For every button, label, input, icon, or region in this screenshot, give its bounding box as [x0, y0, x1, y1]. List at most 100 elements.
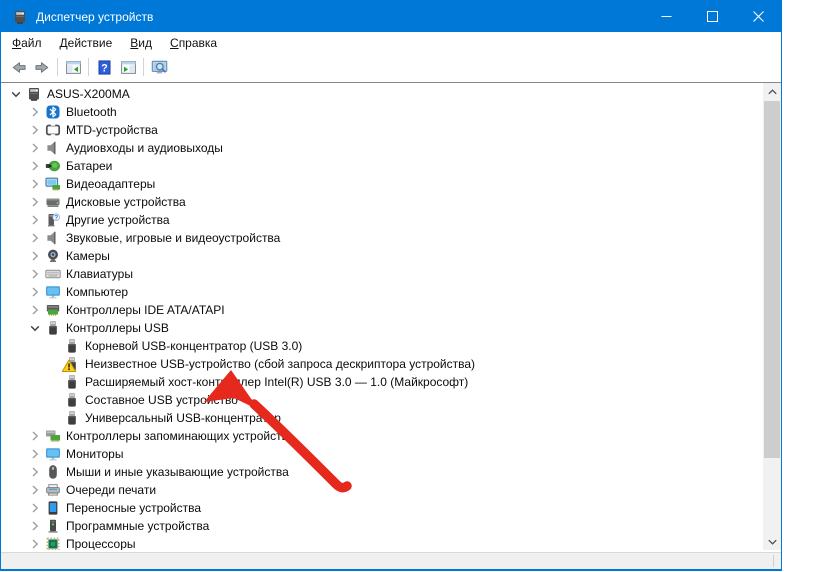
menu-action[interactable]: Действие — [51, 34, 122, 52]
toolbar-button-show-console-tree[interactable] — [61, 56, 85, 78]
tree-item[interactable]: Клавиатуры — [1, 265, 763, 283]
mouse-icon — [45, 464, 61, 480]
chevron-collapsed-icon[interactable] — [27, 446, 43, 462]
monitor-icon — [45, 284, 61, 300]
close-button[interactable] — [735, 1, 781, 32]
chevron-collapsed-icon[interactable] — [27, 500, 43, 516]
tree-item-label: Звуковые, игровые и видеоустройства — [64, 231, 282, 245]
tree-item[interactable]: ASUS-X200MA — [1, 85, 763, 103]
toolbar-button-back[interactable] — [6, 56, 30, 78]
chevron-collapsed-icon[interactable] — [27, 248, 43, 264]
tree-item[interactable]: Звуковые, игровые и видеоустройства — [1, 229, 763, 247]
tree-item[interactable]: Мониторы — [1, 445, 763, 463]
scroll-down-button[interactable] — [763, 533, 781, 550]
tree-item[interactable]: MTD-устройства — [1, 121, 763, 139]
chevron-collapsed-icon[interactable] — [27, 536, 43, 550]
tree-item-label: Очереди печати — [64, 483, 158, 497]
tree-item[interactable]: Аудиовходы и аудиовыходы — [1, 139, 763, 157]
warning-icon — [61, 358, 77, 374]
tree-item[interactable]: Расширяемый хост-контроллер Intel(R) USB… — [1, 373, 763, 391]
chevron-collapsed-icon[interactable] — [27, 194, 43, 210]
tree-item[interactable]: Контроллеры USB — [1, 319, 763, 337]
chevron-collapsed-icon[interactable] — [27, 518, 43, 534]
menu-file[interactable]: Файл — [3, 34, 51, 52]
speaker-icon — [45, 230, 61, 246]
tree-item[interactable]: Универсальный USB-концентратор — [1, 409, 763, 427]
scrollbar-thumb[interactable] — [764, 101, 780, 458]
menu-view[interactable]: Вид — [121, 34, 161, 52]
tree-item[interactable]: Составное USB устройство — [1, 391, 763, 409]
software-device-icon — [45, 518, 61, 534]
title-bar[interactable]: Диспетчер устройств — [1, 1, 781, 32]
status-bar — [1, 552, 781, 569]
maximize-button[interactable] — [689, 1, 735, 32]
tree-item[interactable]: Компьютер — [1, 283, 763, 301]
show-console-tree-icon — [65, 59, 82, 76]
chevron-collapsed-icon[interactable] — [27, 464, 43, 480]
chevron-collapsed-icon[interactable] — [27, 428, 43, 444]
chevron-collapsed-icon[interactable] — [27, 212, 43, 228]
usb-plug-icon — [64, 338, 80, 354]
toolbar-button-scan-hardware[interactable] — [147, 56, 171, 78]
tree-item[interactable]: Переносные устройства — [1, 499, 763, 517]
bluetooth-icon — [45, 104, 61, 120]
ide-controller-icon — [45, 302, 61, 318]
tree-item[interactable]: Дисковые устройства — [1, 193, 763, 211]
tree-item[interactable]: Bluetooth — [1, 103, 763, 121]
tree-item[interactable]: Камеры — [1, 247, 763, 265]
tree-item[interactable]: Мыши и иные указывающие устройства — [1, 463, 763, 481]
chevron-placeholder — [46, 338, 62, 354]
storage-controller-icon — [45, 428, 61, 444]
minimize-button[interactable] — [643, 1, 689, 32]
tree-item-label: Компьютер — [64, 285, 130, 299]
tree-item[interactable]: ?Другие устройства — [1, 211, 763, 229]
chevron-collapsed-icon[interactable] — [27, 266, 43, 282]
tree-item-label: Мониторы — [64, 447, 125, 461]
chevron-collapsed-icon[interactable] — [27, 230, 43, 246]
usb-plug-icon — [45, 320, 61, 336]
chevron-collapsed-icon[interactable] — [27, 104, 43, 120]
tree-item[interactable]: Видеоадаптеры — [1, 175, 763, 193]
tree-item-label: Универсальный USB-концентратор — [83, 411, 283, 425]
chevron-collapsed-icon[interactable] — [27, 140, 43, 156]
device-tree[interactable]: ASUS-X200MA BluetoothMTD-устройстваАудиов… — [1, 85, 763, 550]
show-action-pane-icon — [120, 59, 137, 76]
vertical-scrollbar[interactable] — [763, 83, 781, 550]
tree-item[interactable]: Неизвестное USB-устройство (сбой запроса… — [1, 355, 763, 373]
tree-item[interactable]: Процессоры — [1, 535, 763, 550]
speaker-icon — [45, 140, 61, 156]
chevron-expanded-icon[interactable] — [8, 86, 24, 102]
tree-item[interactable]: Корневой USB-концентратор (USB 3.0) — [1, 337, 763, 355]
scroll-up-button[interactable] — [763, 83, 781, 100]
chevron-collapsed-icon[interactable] — [27, 482, 43, 498]
tree-item[interactable]: Программные устройства — [1, 517, 763, 535]
chevron-collapsed-icon[interactable] — [27, 284, 43, 300]
toolbar-button-help[interactable]: ? — [92, 56, 116, 78]
tree-item-label: Контроллеры USB — [64, 321, 171, 335]
chevron-collapsed-icon[interactable] — [27, 176, 43, 192]
tree-item[interactable]: Контроллеры запоминающих устройств — [1, 427, 763, 445]
chevron-placeholder — [46, 392, 62, 408]
tree-item-label: ASUS-X200MA — [45, 87, 132, 101]
toolbar-button-forward[interactable] — [30, 56, 54, 78]
tree-item-label: Корневой USB-концентратор (USB 3.0) — [83, 339, 304, 353]
window-controls — [643, 1, 781, 32]
tree-item[interactable]: Очереди печати — [1, 481, 763, 499]
chevron-collapsed-icon[interactable] — [27, 302, 43, 318]
chevron-collapsed-icon[interactable] — [27, 158, 43, 174]
toolbar-button-show-action-pane[interactable] — [116, 56, 140, 78]
window-title: Диспетчер устройств — [36, 10, 153, 24]
usb-plug-icon — [64, 392, 80, 408]
tree-item[interactable]: Контроллеры IDE ATA/ATAPI — [1, 301, 763, 319]
tree-item-label: Клавиатуры — [64, 267, 135, 281]
tree-item-label: Камеры — [64, 249, 112, 263]
tree-item[interactable]: Батареи — [1, 157, 763, 175]
tree-item-label: Составное USB устройство — [83, 393, 240, 407]
toolbar: ? — [1, 53, 781, 81]
usb-plug-icon — [64, 374, 80, 390]
tree-item-label: Процессоры — [64, 537, 138, 550]
chevron-expanded-icon[interactable] — [27, 320, 43, 336]
chevron-collapsed-icon[interactable] — [27, 122, 43, 138]
back-icon — [10, 59, 27, 76]
menu-help[interactable]: Справка — [161, 34, 226, 52]
